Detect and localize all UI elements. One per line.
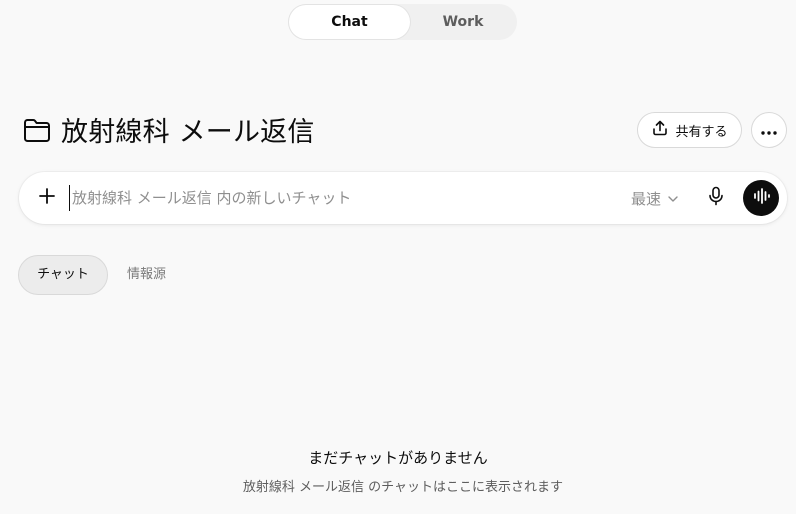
tab-work[interactable]: Work [410, 5, 516, 39]
composer: 最速 [19, 172, 787, 224]
share-upload-icon [651, 119, 669, 141]
tab-sources[interactable]: 情報源 [120, 255, 173, 295]
model-label: 最速 [631, 189, 662, 208]
dictate-button[interactable] [703, 185, 729, 211]
microphone-icon [707, 186, 725, 210]
new-chat-input[interactable] [69, 185, 612, 211]
plus-icon [38, 187, 56, 209]
voice-mode-button[interactable] [743, 180, 779, 216]
share-button[interactable]: 共有する [637, 112, 742, 148]
empty-state-description: 放射線科 メール返信 のチャットはここに表示されます [242, 480, 564, 495]
tab-chat[interactable]: Chat [289, 5, 410, 39]
model-select[interactable]: 最速 [631, 186, 679, 210]
empty-state-title: まだチャットがありません [308, 449, 488, 467]
add-attachment-button[interactable] [33, 184, 61, 212]
folder-icon [22, 116, 52, 144]
voice-waveform-icon [752, 187, 770, 209]
more-options-button[interactable] [751, 112, 787, 148]
page-title: 放射線科 メール返信 [61, 117, 315, 148]
more-horizontal-icon [760, 121, 778, 140]
mode-toggle: Chat Work [288, 4, 517, 40]
tab-chats[interactable]: チャット [18, 255, 108, 295]
chevron-down-icon [667, 189, 679, 207]
share-label: 共有する [675, 124, 728, 140]
